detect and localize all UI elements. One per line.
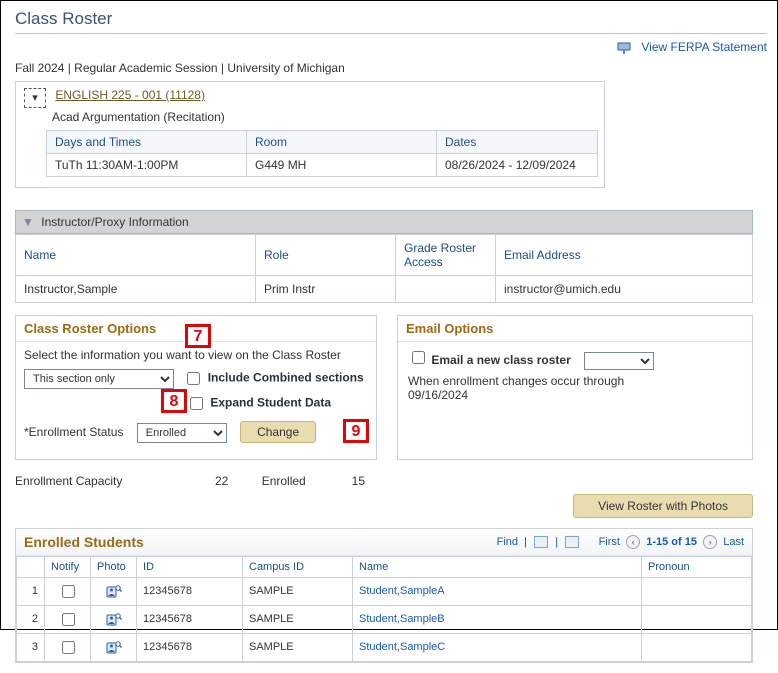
- col-campus: Campus ID: [243, 556, 353, 577]
- callout-7: 7: [185, 324, 211, 348]
- table-row: 3 12345678SAMPLE Student,SampleC: [17, 633, 752, 661]
- session-line: Fall 2024 | Regular Academic Session | U…: [15, 61, 767, 75]
- email-line1: When enrollment changes occur through: [408, 374, 742, 388]
- student-link[interactable]: Student,SampleA: [359, 585, 445, 597]
- class-link[interactable]: ENGLISH 225 - 001 (11128): [55, 88, 205, 102]
- next-page-button[interactable]: ›: [703, 535, 717, 549]
- email-frequency-select[interactable]: [584, 352, 654, 370]
- cell-id: 12345678: [137, 633, 243, 661]
- expand-student-label: Expand Student Data: [210, 396, 331, 410]
- cell-instr-email: instructor@umich.edu: [496, 275, 753, 302]
- pushpin-icon: [616, 41, 632, 55]
- table-row: 2 12345678SAMPLE Student,SampleB: [17, 605, 752, 633]
- cell-id: 12345678: [137, 577, 243, 605]
- col-role: Role: [256, 234, 396, 275]
- email-roster-label: Email a new class roster: [431, 353, 570, 367]
- callout-9: 9: [343, 419, 369, 443]
- col-student-name: Name: [353, 556, 642, 577]
- first-label: First: [599, 536, 620, 548]
- photo-icon[interactable]: [106, 584, 122, 598]
- cell-instr-role: Prim Instr: [256, 275, 396, 302]
- view-photos-button[interactable]: View Roster with Photos: [573, 494, 753, 518]
- chevron-down-icon[interactable]: ▼: [22, 215, 34, 229]
- enroll-status-select[interactable]: Enrolled: [137, 423, 227, 443]
- notify-checkbox[interactable]: [62, 585, 75, 598]
- email-roster-checkbox[interactable]: [412, 351, 425, 364]
- capacity-row: Enrollment Capacity 22 Enrolled 15: [15, 474, 767, 488]
- col-name: Name: [16, 234, 256, 275]
- class-desc: Acad Argumentation (Recitation): [52, 110, 596, 124]
- col-access: Grade Roster Access: [396, 234, 496, 275]
- email-line2: 09/16/2024: [408, 388, 742, 402]
- col-id: ID: [137, 556, 243, 577]
- roster-table: Notify Photo ID Campus ID Name Pronoun 1…: [16, 556, 752, 662]
- callout-8: 8: [161, 389, 187, 413]
- cell-campus: SAMPLE: [243, 633, 353, 661]
- ferpa-link[interactable]: View FERPA Statement: [641, 40, 767, 54]
- cell-campus: SAMPLE: [243, 577, 353, 605]
- include-combined-label: Include Combined sections: [208, 371, 364, 385]
- cell-campus: SAMPLE: [243, 605, 353, 633]
- photo-icon[interactable]: [106, 612, 122, 626]
- change-button[interactable]: Change: [240, 421, 316, 443]
- expand-student-checkbox[interactable]: [190, 397, 203, 410]
- row-num: 1: [17, 577, 45, 605]
- instructor-section-header: ▼ Instructor/Proxy Information: [15, 210, 753, 234]
- col-photo: Photo: [91, 556, 137, 577]
- enrolled-title: Enrolled Students: [24, 534, 144, 550]
- notify-checkbox[interactable]: [62, 613, 75, 626]
- section-select[interactable]: This section only: [24, 369, 174, 389]
- roster-options-blurb: Select the information you want to view …: [24, 348, 368, 362]
- include-combined-checkbox[interactable]: [187, 372, 200, 385]
- col-days: Days and Times: [47, 130, 247, 153]
- cell-days: TuTh 11:30AM-1:00PM: [47, 153, 247, 176]
- email-options-title: Email Options: [398, 316, 752, 342]
- page-title: Class Roster: [15, 9, 767, 29]
- cell-room: G449 MH: [247, 153, 437, 176]
- enrolled-students-panel: Enrolled Students Find | | First ‹ 1-15 …: [15, 528, 753, 663]
- col-pronoun: Pronoun: [642, 556, 752, 577]
- col-notify: Notify: [45, 556, 91, 577]
- student-link[interactable]: Student,SampleB: [359, 613, 445, 625]
- cell-pronoun: [642, 577, 752, 605]
- class-schedule-table: Days and Times Room Dates TuTh 11:30AM-1…: [46, 130, 598, 177]
- email-options-panel: Email Options Email a new class roster W…: [397, 315, 753, 460]
- cell-pronoun: [642, 633, 752, 661]
- range-label: 1-15 of 15: [646, 536, 697, 548]
- collapse-toggle-icon[interactable]: ▾: [24, 88, 46, 108]
- col-dates: Dates: [437, 130, 598, 153]
- find-link[interactable]: Find: [497, 536, 518, 548]
- student-link[interactable]: Student,SampleC: [359, 641, 445, 653]
- col-room: Room: [247, 130, 437, 153]
- last-label: Last: [723, 536, 744, 548]
- class-card: ▾ ENGLISH 225 - 001 (11128) Acad Argumen…: [15, 81, 605, 188]
- col-email: Email Address: [496, 234, 753, 275]
- cell-id: 12345678: [137, 605, 243, 633]
- title-rule: [15, 33, 767, 34]
- row-num: 3: [17, 633, 45, 661]
- row-num: 2: [17, 605, 45, 633]
- prev-page-button[interactable]: ‹: [626, 535, 640, 549]
- instructor-table: Name Role Grade Roster Access Email Addr…: [15, 234, 753, 303]
- enroll-status-label: *Enrollment Status: [24, 425, 123, 439]
- cell-instr-access: [396, 275, 496, 302]
- grid-icon[interactable]: [534, 536, 548, 548]
- notify-checkbox[interactable]: [62, 641, 75, 654]
- export-icon[interactable]: [565, 536, 579, 548]
- cell-pronoun: [642, 605, 752, 633]
- cell-instr-name: Instructor,Sample: [16, 275, 256, 302]
- cell-dates: 08/26/2024 - 12/09/2024: [437, 153, 598, 176]
- table-row: 1 12345678SAMPLE Student,SampleA: [17, 577, 752, 605]
- photo-icon[interactable]: [106, 640, 122, 654]
